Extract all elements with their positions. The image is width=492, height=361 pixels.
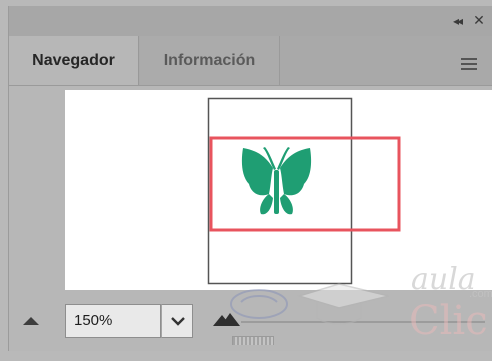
zoom-level-input[interactable]: 150% — [65, 304, 161, 338]
zoom-dropdown-button[interactable] — [161, 304, 193, 338]
chevron-down-icon — [171, 317, 185, 326]
zoom-out-mountain-icon[interactable] — [23, 314, 39, 326]
preview-gutter — [9, 86, 65, 296]
panel-title-bar: ◂◂ ✕ — [9, 6, 492, 36]
aulaclic-watermark: aula .com Clic — [219, 256, 492, 356]
close-icon[interactable]: ✕ — [471, 11, 487, 31]
panel-menu-icon[interactable] — [461, 58, 477, 70]
tab-informacion[interactable]: Información — [140, 36, 280, 85]
watermark-clic-text: Clic — [409, 298, 488, 344]
panel-tab-strip: Navegador Información — [9, 36, 492, 86]
double-chevron-left-icon[interactable]: ◂◂ — [449, 11, 465, 31]
watermark-aula-text: aula — [411, 262, 476, 297]
navigator-panel: ◂◂ ✕ Navegador Información 150% aula .co… — [8, 6, 492, 351]
tab-navegador[interactable]: Navegador — [9, 36, 139, 85]
